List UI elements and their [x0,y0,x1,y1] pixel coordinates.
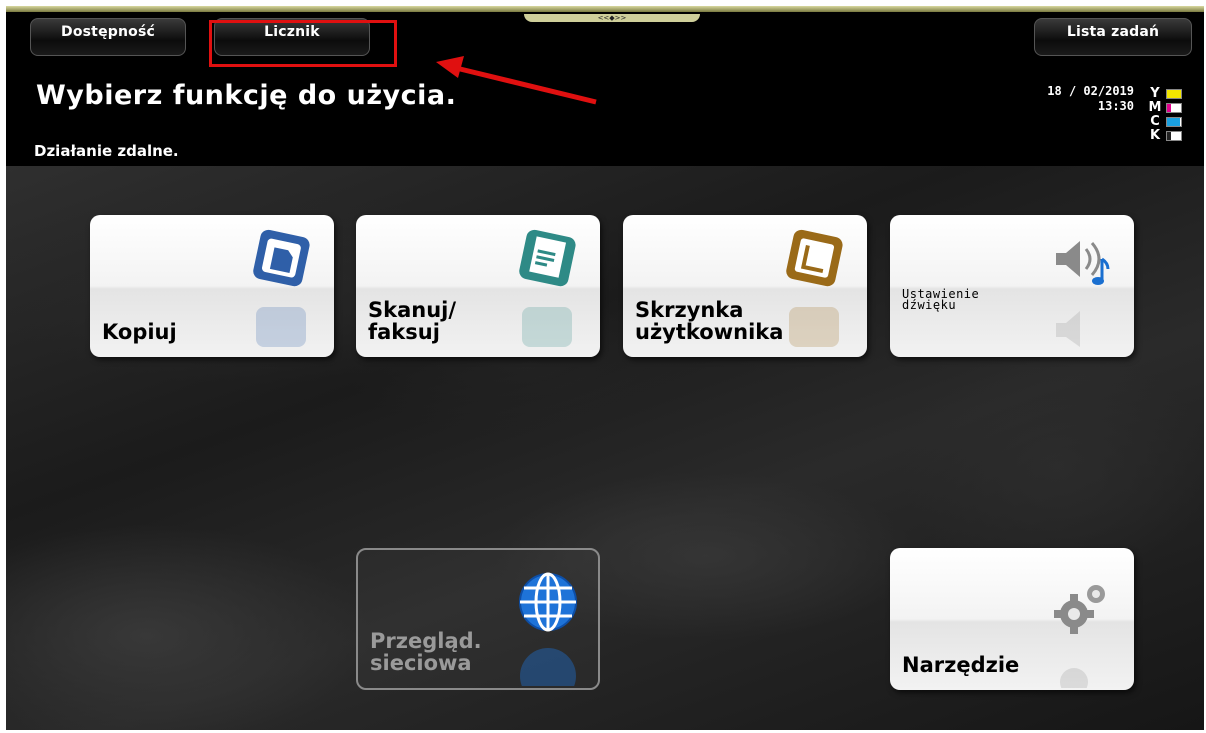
time-text: 13:30 [1097,99,1134,113]
user-box-icon-reflection [789,307,839,347]
toner-fill [1167,89,1181,98]
tab-accessibility-label: Dostępność [61,24,155,40]
scan-fax-button[interactable]: Skanuj/ faksuj [356,215,600,357]
scan-fax-icon-reflection [522,307,572,347]
toner-letter: C [1150,114,1160,129]
toner-bar [1166,88,1182,99]
scan-fax-icon [519,229,576,287]
speaker-icon [1056,241,1110,285]
gear-icon-reflection [1060,668,1088,688]
toner-cyan: C [1148,114,1182,129]
web-browser-button[interactable]: Przegląd. sieciowa [356,548,600,690]
copy-label: Kopiuj [102,320,177,344]
tools-button[interactable]: Narzędzie [890,548,1134,690]
tools-label: Narzędzie [902,653,1020,677]
toner-magenta: M [1148,100,1182,115]
toner-letter: Y [1150,86,1160,101]
annotation-highlight-box [209,20,397,67]
user-box-label: Skrzynka użytkownika [635,298,784,344]
scan-fax-label: Skanuj/ faksuj [368,298,457,344]
tab-job-list-label: Lista zadań [1066,24,1160,40]
copy-button[interactable]: Kopiuj [90,215,334,357]
toner-fill [1167,117,1180,126]
top-line [6,6,1204,12]
gear-icon [1054,585,1105,634]
panel-frame: <<◆>> Dostępność Licznik Lista zadań Wyb… [6,6,1204,730]
globe-icon-reflection [520,648,576,686]
toner-bar [1166,102,1182,113]
toner-fill [1167,131,1172,140]
date-text: 18 / 02/2019 [1047,84,1134,98]
panel-handle[interactable]: <<◆>> [524,14,700,22]
tab-job-list[interactable]: Lista zadań [1034,18,1192,56]
sound-settings-label: Ustawienie dźwięku [902,287,980,312]
user-box-icon [786,229,843,287]
toner-bar [1166,130,1182,141]
copy-icon-reflection [256,307,306,347]
user-box-button[interactable]: Skrzynka użytkownika [623,215,867,357]
tab-accessibility[interactable]: Dostępność [30,18,186,56]
status-text: Działanie zdalne. [34,142,179,160]
globe-icon [519,572,577,632]
page-title: Wybierz funkcję do użycia. [36,80,457,111]
annotation-arrow [436,56,597,105]
web-browser-label: Przegląd. sieciowa [370,629,482,675]
sound-settings-button[interactable]: Ustawienie dźwięku [890,215,1134,357]
toner-fill [1167,103,1172,112]
toner-letter: K [1149,128,1161,143]
speaker-icon-reflection [1056,311,1080,347]
copy-icon [253,229,310,287]
toner-black: K [1148,128,1182,143]
toner-bar [1166,116,1182,127]
toner-yellow: Y [1148,86,1182,101]
toner-letter: M [1148,100,1162,115]
